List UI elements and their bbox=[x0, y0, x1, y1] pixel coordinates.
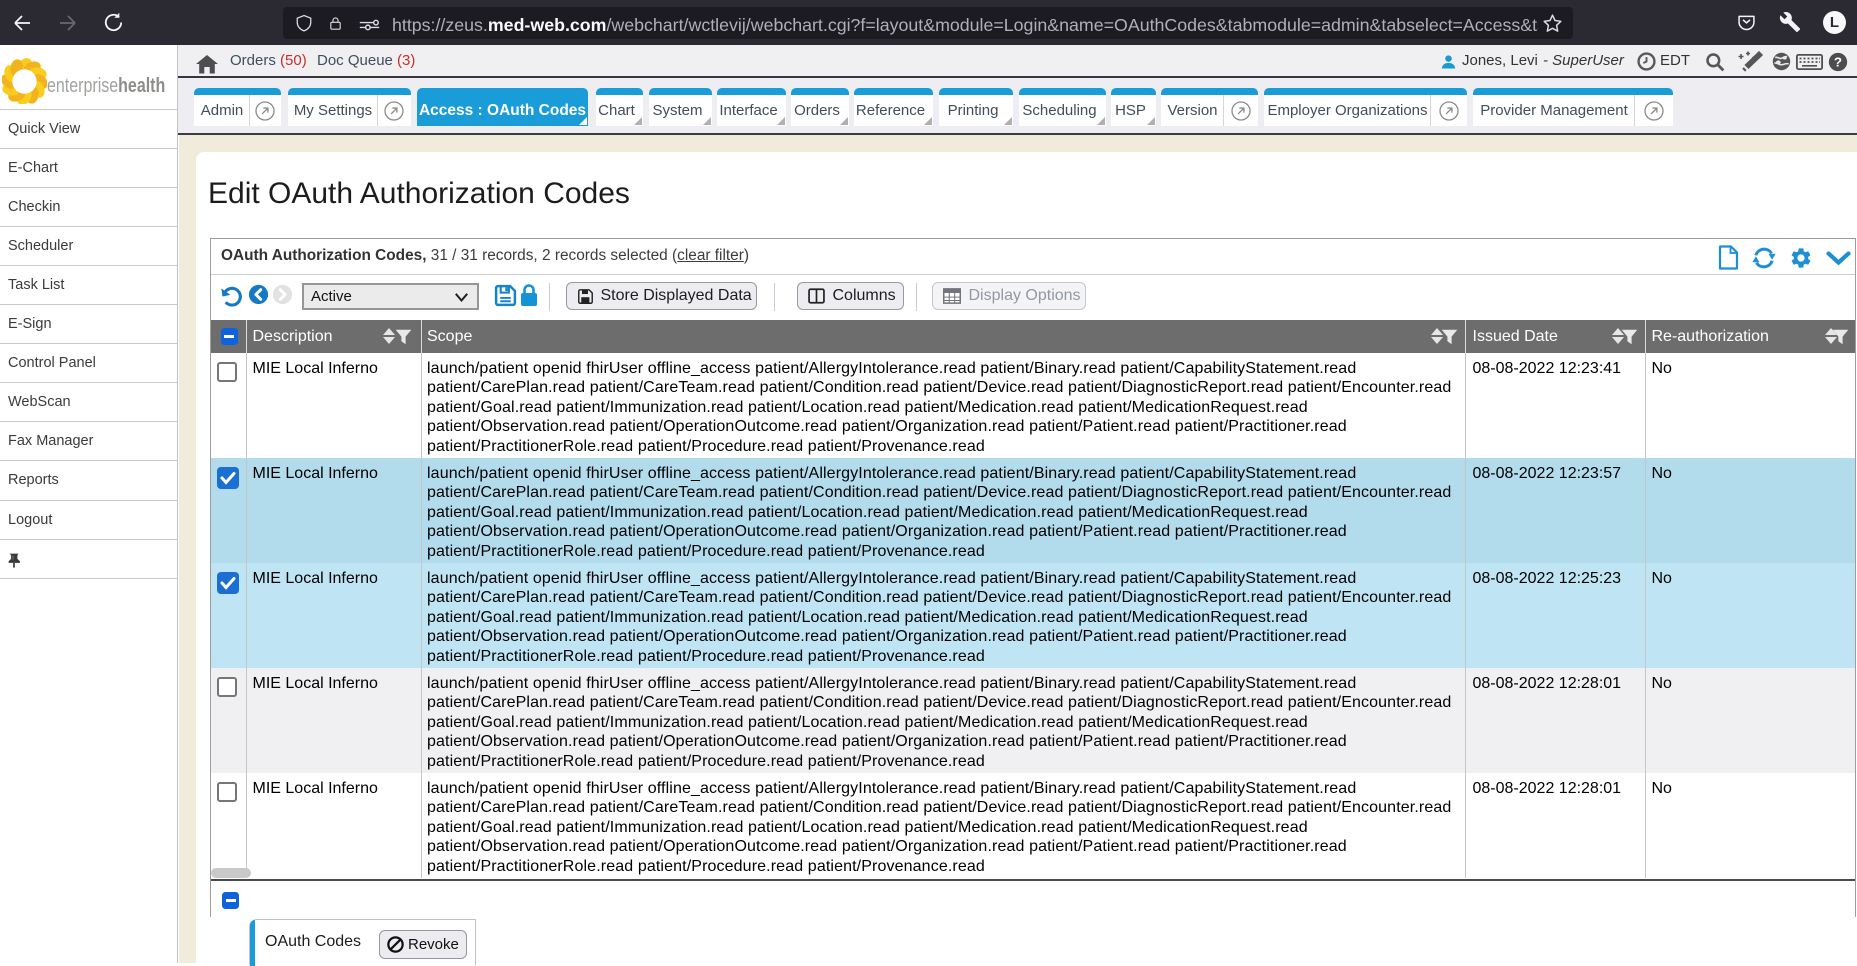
svg-text:?: ? bbox=[1834, 55, 1842, 70]
